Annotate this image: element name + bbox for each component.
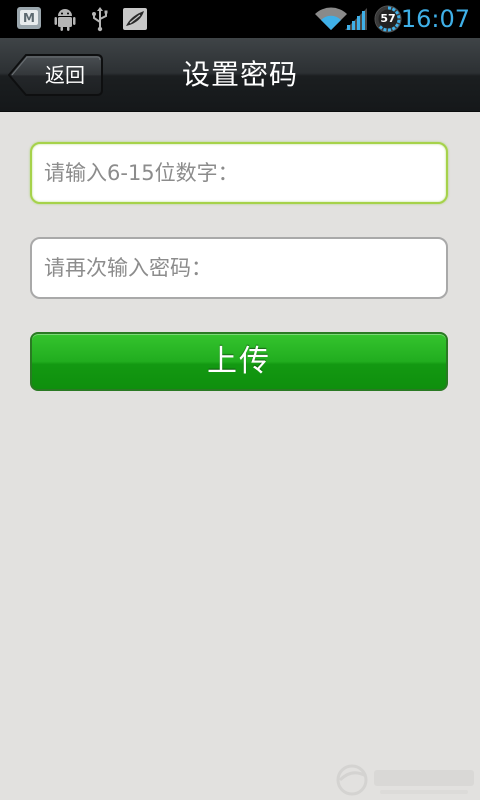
page-title: 设置密码	[181, 58, 298, 91]
signal-icon	[343, 6, 369, 32]
usb-icon	[87, 6, 113, 32]
app-screen: M 57 16:07 返回 设置密码 请输入6-15位数字： 请再次输入密码： …	[0, 0, 480, 800]
svg-text:M: M	[23, 11, 35, 25]
back-button[interactable]: 返回	[8, 53, 104, 97]
back-button-label: 返回	[45, 63, 85, 87]
battery-level-text: 57	[380, 12, 396, 25]
title-bar: 返回 设置密码	[0, 38, 480, 112]
confirm-password-input[interactable]	[30, 237, 448, 299]
app-notification-icon: M	[16, 6, 42, 32]
status-time: 16:07	[400, 5, 470, 33]
battery-icon: 57	[373, 4, 403, 34]
password-input[interactable]	[30, 142, 448, 204]
android-icon	[52, 6, 78, 32]
upload-button[interactable]: 上传	[30, 332, 448, 391]
status-bar: M 57 16:07	[0, 0, 480, 38]
image-notification-icon	[122, 6, 148, 32]
watermark-logo	[330, 758, 480, 800]
